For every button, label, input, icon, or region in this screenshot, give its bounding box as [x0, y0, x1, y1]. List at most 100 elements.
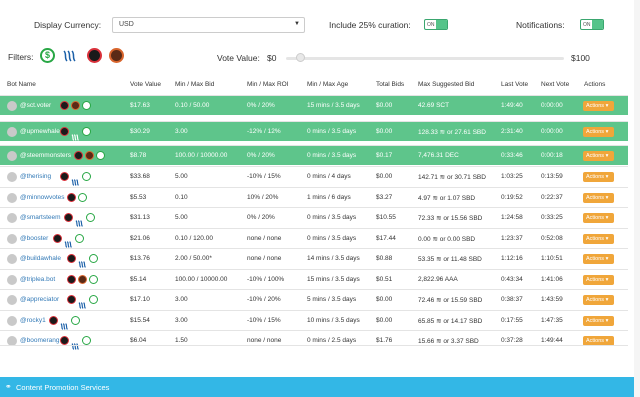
- curation-toggle[interactable]: ON: [424, 19, 448, 30]
- cell-bid: 5.00: [175, 214, 188, 221]
- actions-button[interactable]: Actions ▾: [583, 172, 614, 182]
- bot-name-link[interactable]: @upmewhale: [20, 128, 60, 135]
- table-row: @minnowvotes $5.53 0.10 10% / 20% 1 mins / 6…: [0, 187, 628, 207]
- cell-roi: none / none: [247, 255, 282, 262]
- bot-name-link[interactable]: @therising: [20, 173, 51, 180]
- cell-bid: 3.00: [175, 296, 188, 303]
- cell-last: 2:31:40: [501, 128, 523, 135]
- cell-last: 0:19:52: [501, 194, 523, 201]
- actions-button[interactable]: Actions ▾: [583, 316, 614, 326]
- cell-next: 0:00:00: [541, 128, 563, 135]
- cell-last: 0:37:28: [501, 337, 523, 344]
- dollar-icon: [71, 316, 81, 325]
- bot-name-link[interactable]: @minnowvotes: [20, 194, 65, 201]
- actions-button[interactable]: Actions ▾: [583, 101, 614, 111]
- cell-bid: 0.10 / 120.00: [175, 235, 213, 242]
- bot-name-link[interactable]: @steemmonsters: [20, 152, 71, 159]
- bot-name-link[interactable]: @sct.voter: [20, 102, 51, 109]
- steem-filter-icon[interactable]: [63, 50, 77, 62]
- avatar: [7, 213, 17, 223]
- cell-age: 0 mins / 3.5 days: [307, 128, 357, 135]
- cell-total: $10.55: [376, 214, 396, 221]
- content-promotion-bar[interactable]: ⚭ Content Promotion Services: [0, 377, 634, 397]
- bot-name-link[interactable]: @booster: [20, 235, 48, 242]
- bot-name-link[interactable]: @boomerang: [20, 337, 59, 344]
- vote-max-label: $100: [571, 53, 590, 63]
- cell-last: 0:17:55: [501, 317, 523, 324]
- actions-button[interactable]: Actions ▾: [583, 254, 614, 264]
- cell-next: 0:22:37: [541, 194, 563, 201]
- cell-maxbid: 0.00 ≋ or 0.00 SBD: [418, 236, 476, 243]
- cell-next: 0:52:08: [541, 235, 563, 242]
- curation-label: Include 25% curation:: [329, 20, 411, 30]
- cell-total: $3.27: [376, 194, 393, 201]
- cell-maxbid: 15.66 ≋ or 3.37 SBD: [418, 338, 479, 345]
- table-row: @smartsteem $31.13 5.00 0% / 20% 0 mins / 3.…: [0, 207, 628, 227]
- cell-next: 0:00:00: [541, 102, 563, 109]
- voting-power-icon: [71, 101, 80, 110]
- page-scrollbar[interactable]: [634, 0, 640, 397]
- vote-value-slider[interactable]: [286, 57, 564, 60]
- actions-button[interactable]: Actions ▾: [583, 127, 614, 137]
- cell-total: $0.00: [376, 296, 393, 303]
- actions-button[interactable]: Actions ▾: [583, 234, 614, 244]
- dollar-icon: [74, 234, 84, 243]
- avatar: [7, 275, 17, 285]
- cell-last: 1:49:40: [501, 102, 523, 109]
- column-header: Last Vote: [501, 81, 529, 88]
- cell-last: 1:23:37: [501, 235, 523, 242]
- bot-name-link[interactable]: @smartsteem: [20, 214, 61, 221]
- cell-total: $0.51: [376, 276, 393, 283]
- bot-name-link[interactable]: @appreciator: [20, 296, 59, 303]
- comment-filter-icon[interactable]: [87, 48, 102, 63]
- cell-maxbid: 72.33 ≋ or 15.56 SBD: [418, 215, 483, 222]
- voting-power-filter-icon[interactable]: [109, 48, 124, 63]
- currency-select[interactable]: USD ▼: [112, 17, 305, 33]
- actions-button[interactable]: Actions ▾: [583, 193, 614, 203]
- dollar-icon: [82, 127, 91, 136]
- vote-value-slider-handle[interactable]: [296, 53, 305, 62]
- column-header: Min / Max Age: [307, 81, 349, 88]
- cell-roi: 10% / 20%: [247, 194, 279, 201]
- bot-name-link[interactable]: @buildawhale: [20, 255, 61, 262]
- dollar-icon: [78, 193, 88, 202]
- promo-label: Content Promotion Services: [16, 383, 110, 392]
- cell-maxbid: 4.97 ≋ or 1.07 SBD: [418, 195, 476, 202]
- comment-icon: [67, 275, 77, 284]
- table-row: @booster $21.06 0.10 / 120.00 none / none 0 …: [0, 228, 628, 248]
- column-header: Min / Max ROI: [247, 81, 289, 88]
- actions-button[interactable]: Actions ▾: [583, 295, 614, 305]
- cell-bid: 2.00 / 50.00*: [175, 255, 212, 262]
- cell-total: $0.88: [376, 255, 393, 262]
- cell-next: 1:41:06: [541, 276, 563, 283]
- cell-total: $0.00: [376, 173, 393, 180]
- cell-last: 0:33:46: [501, 152, 523, 159]
- cell-roi: 0% / 20%: [247, 214, 275, 221]
- steem-icon: [64, 235, 73, 248]
- actions-button[interactable]: Actions ▾: [583, 213, 614, 223]
- cell-bid: 5.00: [175, 173, 188, 180]
- dollar-icon: [82, 101, 91, 110]
- comment-icon: [67, 254, 77, 263]
- cell-roi: -10% / 20%: [247, 296, 281, 303]
- actions-button[interactable]: Actions ▾: [583, 151, 614, 161]
- cell-vote: $31.13: [130, 214, 150, 221]
- dollar-filter-icon[interactable]: $: [40, 48, 55, 63]
- cell-maxbid: 53.35 ≋ or 11.48 SBD: [418, 256, 482, 263]
- table-header: Bot Name Vote Value Min / Max Bid Min / …: [0, 80, 628, 93]
- notifications-toggle[interactable]: ON: [580, 19, 604, 30]
- cell-bid: 100.00 / 10000.00: [175, 276, 228, 283]
- cell-age: 5 mins / 3.5 days: [307, 296, 357, 303]
- link-icon: ⚭: [5, 382, 12, 391]
- cell-next: 0:13:59: [541, 173, 563, 180]
- cell-roi: 0% / 20%: [247, 102, 275, 109]
- cell-total: $1.76: [376, 337, 393, 344]
- comment-icon: [52, 234, 62, 243]
- cell-age: 1 mins / 6 days: [307, 194, 351, 201]
- avatar: [7, 254, 17, 264]
- cell-vote: $5.14: [130, 276, 147, 283]
- bot-name-link[interactable]: @rocky1: [20, 317, 46, 324]
- table-row: @boomerang $6.04 1.50 none / none 0 mins / 2…: [0, 330, 628, 350]
- actions-button[interactable]: Actions ▾: [583, 275, 614, 285]
- bot-name-link[interactable]: @triplea.bot: [20, 276, 55, 283]
